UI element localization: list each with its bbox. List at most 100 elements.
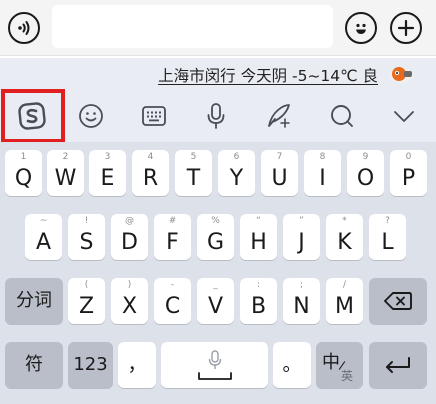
key-sub-label: ! [84,216,89,226]
symbol-key-label: 符 [25,354,43,375]
key-s[interactable]: ! S [68,214,105,260]
key-i[interactable]: 8 I [304,150,341,196]
keyboard-layout-button[interactable] [140,102,168,130]
comma-key[interactable]: ， [118,342,156,388]
number-key-label: 123 [73,354,108,375]
key-label: T [186,166,201,191]
key-label: M [335,294,354,319]
handwriting-button[interactable] [265,102,293,130]
key-label: C [164,294,181,319]
key-label: B [250,294,267,319]
key-k[interactable]: * K [326,214,363,260]
message-input[interactable] [52,5,333,48]
key-t[interactable]: 5 T [175,150,212,196]
weather-text[interactable]: 上海市闵行 今天阴 -5~14℃ 良 [158,64,378,86]
plus-button[interactable] [390,12,422,44]
weather-bar: 上海市闵行 今天阴 -5~14℃ 良 [0,58,436,90]
key-label: H [250,230,267,255]
segment-key-label: 分词 [16,290,52,311]
key-label: L [381,230,394,255]
emoji-face-icon [356,23,366,34]
key-label: U [271,166,288,191]
language-sub-label: 英 [341,369,354,383]
key-sub-label: * [342,216,347,226]
backspace-icon [384,292,412,310]
key-sub-label: # [168,216,177,226]
key-sub-label: ” [299,216,304,226]
key-label: G [206,230,225,255]
number-key[interactable]: 123 [68,342,113,388]
key-sub-label: : [256,280,261,290]
key-z[interactable]: ( Z [68,278,105,324]
key-label: N [293,294,310,319]
weather-mascot-icon[interactable] [388,63,414,85]
key-label: I [319,166,326,191]
key-sub-label: 3 [104,152,111,162]
key-p[interactable]: 0 P [390,150,427,196]
key-w[interactable]: 2 W [47,150,84,196]
key-o[interactable]: 9 O [347,150,384,196]
microphone-icon [208,350,222,369]
key-label: A [35,230,52,255]
key-sub-label: ? [385,216,390,226]
key-label: F [166,230,179,255]
handwriting-icon [268,104,290,128]
highlight-box [1,89,65,143]
key-j[interactable]: ” J [283,214,320,260]
key-u[interactable]: 7 U [261,150,298,196]
key-label: J [298,230,305,255]
microphone-icon [207,103,225,129]
key-sub-label: _ [213,280,218,290]
key-g[interactable]: % G [197,214,234,260]
key-c[interactable]: - C [154,278,191,324]
search-icon [331,105,353,127]
key-sub-label: 6 [233,152,240,162]
key-f[interactable]: # F [154,214,191,260]
space-key[interactable] [161,342,268,388]
keyboard-icon [142,106,166,126]
key-label: D [121,230,138,255]
key-sub-label: % [211,216,220,226]
language-switch-key[interactable]: 中 英 [316,342,363,388]
search-toolbar-button[interactable] [328,102,356,130]
key-v[interactable]: _ V [197,278,234,324]
voice-input-button[interactable] [8,12,40,44]
emoji-toolbar-button[interactable] [77,102,105,130]
key-x[interactable]: ) X [111,278,148,324]
key-a[interactable]: ~ A [25,214,62,260]
input-bar [0,0,436,56]
key-sub-label: @ [125,216,134,226]
key-e[interactable]: 3 E [89,150,126,196]
collapse-keyboard-button[interactable] [390,102,418,130]
segment-key[interactable]: 分词 [5,278,63,324]
ime-toolbar [0,90,436,142]
key-h[interactable]: “ H [240,214,277,260]
key-label: X [121,294,138,319]
key-l[interactable]: ? L [369,214,406,260]
key-label: S [79,230,94,255]
key-sub-label: ) [127,280,132,290]
key-label: P [401,166,416,191]
key-q[interactable]: 1 Q [5,150,42,196]
space-bar-icon [198,372,232,380]
key-b[interactable]: : B [240,278,277,324]
key-d[interactable]: @ D [111,214,148,260]
key-label: Z [78,294,95,319]
key-n[interactable]: ; N [283,278,320,324]
period-key[interactable]: 。 [273,342,311,388]
key-sub-label: 0 [405,152,412,162]
voice-toolbar-button[interactable] [202,102,230,130]
key-m[interactable]: / M [326,278,363,324]
voice-wave-icon [18,21,30,35]
keyboard: 1 Q 2 W 3 E 4 R 5 T 6 Y 7 U 8 I 9 O 0 P … [0,142,436,404]
key-sub-label: ( [84,280,89,290]
key-sub-label: 2 [62,152,69,162]
backspace-key[interactable] [369,278,427,324]
key-sub-label: 8 [319,152,326,162]
emoji-button[interactable] [345,12,377,44]
enter-key[interactable] [369,342,427,388]
key-r[interactable]: 4 R [132,150,169,196]
key-label: O [356,166,375,191]
symbol-key[interactable]: 符 [5,342,63,388]
key-y[interactable]: 6 Y [218,150,255,196]
